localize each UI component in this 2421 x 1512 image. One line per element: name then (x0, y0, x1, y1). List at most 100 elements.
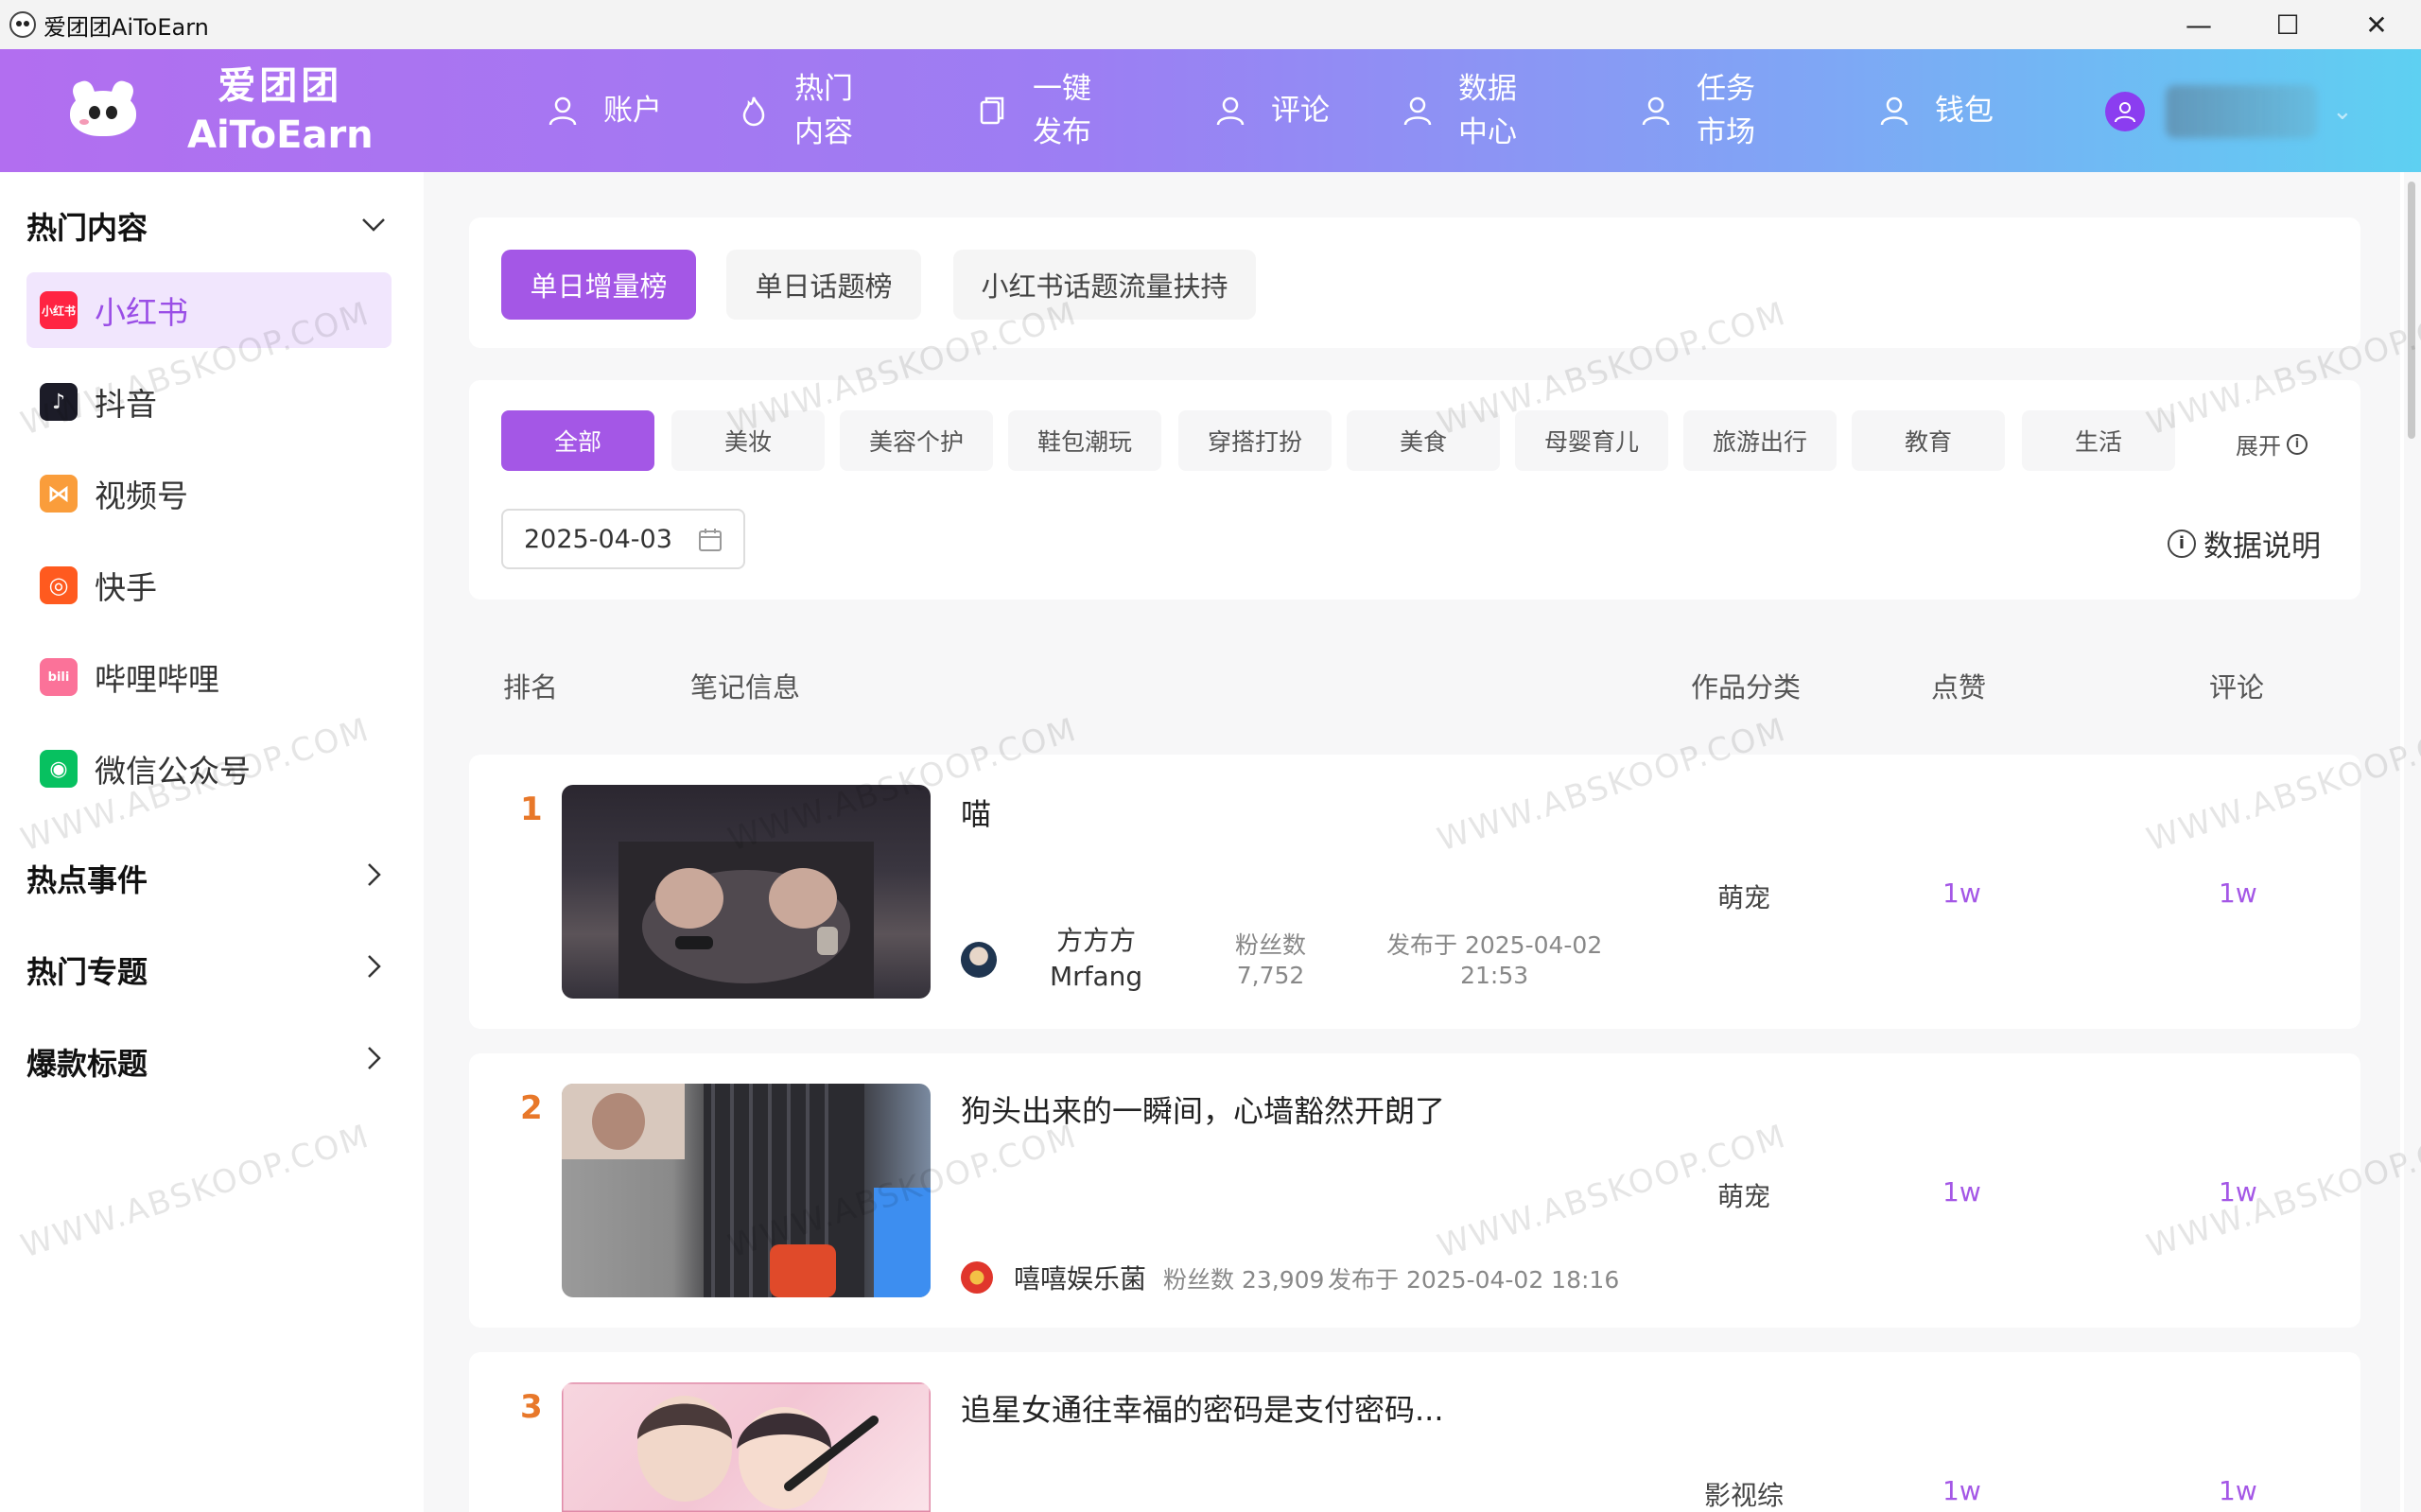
sidebar-section-hot-events[interactable]: 热点事件 (26, 857, 148, 900)
author-name[interactable]: 嘻嘻娱乐菌 (1014, 1261, 1146, 1297)
expand-categories-button[interactable]: 展开 i (2236, 427, 2308, 461)
chevron-right-icon[interactable] (359, 952, 388, 981)
nav-publish-label: 一键发布 (1033, 72, 1091, 149)
header-likes: 点赞 (1931, 671, 1987, 704)
top-navigation: 爱团团 AiToEarn 账户 热门内容 一键发布 评论 数据中心 任务市场 钱… (0, 49, 2421, 172)
nav-wallet[interactable]: 钱包 (1878, 89, 1997, 132)
row-rank: 2 (520, 1089, 543, 1127)
sidebar-item-label: 小红书 (95, 294, 188, 331)
avatar[interactable] (2105, 92, 2145, 131)
brand-name: 爱团团 AiToEarn (187, 64, 374, 157)
xiaohongshu-icon: 小红书 (40, 291, 78, 329)
user-icon (1214, 95, 1246, 127)
nav-account-label: 账户 (603, 94, 662, 128)
nav-hot-content-label: 热门内容 (794, 72, 853, 149)
sidebar-item-shipinhao[interactable]: ⋈ 视频号 (26, 456, 392, 531)
user-icon (547, 95, 579, 127)
nav-publish[interactable]: 一键发布 (976, 67, 1095, 154)
dog-bag-image (562, 1084, 931, 1297)
app-logo-icon (9, 11, 36, 38)
nav-hot-content[interactable]: 热门内容 (738, 67, 857, 154)
fans-count: 粉丝数 23,909 (1163, 1266, 1325, 1294)
nav-comments-label: 评论 (1271, 94, 1330, 128)
sidebar-item-label: 视频号 (95, 478, 188, 514)
row-category: 影视综 (1704, 1480, 1785, 1511)
sidebar-item-douyin[interactable]: ♪ 抖音 (26, 364, 392, 440)
window-titlebar: 爱团团AiToEarn — ☐ ✕ (0, 0, 2421, 49)
author-name[interactable]: 方方方 Mrfang (1050, 923, 1142, 995)
data-note-link[interactable]: i 数据说明 (2168, 522, 2321, 565)
maximize-button[interactable]: ☐ (2243, 0, 2332, 49)
row-category: 萌宠 (1717, 1181, 1771, 1212)
scrollbar-thumb[interactable] (2408, 182, 2415, 439)
nav-task-market-label: 任务市场 (1697, 72, 1755, 149)
sidebar-section-hot-content[interactable]: 热门内容 (26, 204, 148, 248)
cat-hands-image (618, 842, 874, 999)
note-title[interactable]: 狗头出来的一瞬间，心墙豁然开朗了 (961, 1087, 1445, 1131)
chevron-down-icon[interactable] (359, 210, 388, 238)
row-category: 萌宠 (1717, 882, 1771, 913)
info-icon: i (2287, 433, 2308, 455)
sidebar-item-bilibili[interactable]: bili 哔哩哔哩 (26, 639, 392, 715)
row-comments: 1w (2219, 878, 2257, 909)
nav-account[interactable]: 账户 (547, 89, 666, 132)
author-avatar[interactable] (961, 1261, 993, 1294)
nav-data-center[interactable]: 数据中心 (1402, 67, 1521, 154)
cat-logo-icon (66, 78, 140, 140)
row-rank: 1 (520, 791, 543, 828)
category-all[interactable]: 全部 (501, 410, 654, 471)
flame-icon (738, 95, 770, 127)
window-title: 爱团团AiToEarn (44, 13, 209, 41)
minimize-button[interactable]: — (2154, 0, 2243, 49)
author-avatar[interactable] (961, 942, 997, 978)
date-picker[interactable]: 2025-04-03 (501, 509, 745, 569)
note-title[interactable]: 追星女通往幸福的密码是支付密码... (961, 1386, 1444, 1430)
nav-wallet-label: 钱包 (1935, 94, 1994, 128)
category-education[interactable]: 教育 (1852, 410, 2005, 471)
sidebar-item-wechat[interactable]: ◉ 微信公众号 (26, 731, 392, 807)
row-comments: 1w (2219, 1475, 2257, 1506)
note-title[interactable]: 喵 (961, 791, 991, 834)
sidebar-item-label: 快手 (95, 569, 157, 606)
nav-data-center-label: 数据中心 (1458, 72, 1517, 149)
category-makeup[interactable]: 美妆 (671, 410, 825, 471)
category-outfits[interactable]: 穿搭打扮 (1178, 410, 1332, 471)
sidebar-item-kuaishou[interactable]: ◎ 快手 (26, 547, 392, 623)
category-travel[interactable]: 旅游出行 (1683, 410, 1837, 471)
row-comments: 1w (2219, 1176, 2257, 1208)
nav-task-market[interactable]: 任务市场 (1640, 67, 1759, 154)
chevron-right-icon[interactable] (359, 860, 388, 889)
user-icon (1878, 95, 1910, 127)
calendar-icon[interactable] (698, 528, 723, 552)
category-shoes-bags[interactable]: 鞋包潮玩 (1008, 410, 1161, 471)
tab-daily-growth[interactable]: 单日增量榜 (501, 250, 696, 320)
publish-time: 发布于 2025-04-02 18:16 (1328, 1266, 1620, 1294)
chevron-down-icon[interactable]: ⌄ (2332, 97, 2353, 126)
category-food[interactable]: 美食 (1347, 410, 1500, 471)
chevron-right-icon[interactable] (359, 1044, 388, 1072)
note-thumbnail[interactable] (562, 1084, 931, 1297)
window-controls: — ☐ ✕ (2154, 0, 2421, 49)
category-parenting[interactable]: 母婴育儿 (1515, 410, 1668, 471)
sidebar-section-viral-titles[interactable]: 爆款标题 (26, 1040, 148, 1084)
category-life[interactable]: 生活 (2022, 410, 2175, 471)
tab-xhs-topic-support[interactable]: 小红书话题流量扶持 (953, 250, 1256, 320)
sidebar-item-xiaohongshu[interactable]: 小红书 小红书 (26, 272, 392, 348)
shipinhao-icon: ⋈ (40, 475, 78, 513)
user-menu[interactable]: ⌄ (2105, 85, 2353, 138)
note-thumbnail[interactable] (562, 1382, 931, 1512)
copy-icon (976, 95, 1008, 127)
sidebar-item-label: 抖音 (95, 386, 157, 423)
fans-count: 粉丝数 7,752 (1235, 931, 1307, 989)
category-beauty-care[interactable]: 美容个护 (840, 410, 993, 471)
close-button[interactable]: ✕ (2332, 0, 2421, 49)
nav-comments[interactable]: 评论 (1214, 89, 1333, 132)
sidebar-section-hot-topics[interactable]: 热门专题 (26, 948, 148, 992)
tab-daily-topics[interactable]: 单日话题榜 (726, 250, 921, 320)
anime-couple-image (562, 1382, 931, 1512)
header-rank: 排名 (503, 671, 559, 704)
vertical-scrollbar[interactable] (2404, 172, 2421, 1512)
brand-logo[interactable]: 爱团团 AiToEarn (66, 61, 426, 160)
data-note-label: 数据说明 (2203, 530, 2321, 564)
note-thumbnail[interactable] (562, 785, 931, 999)
